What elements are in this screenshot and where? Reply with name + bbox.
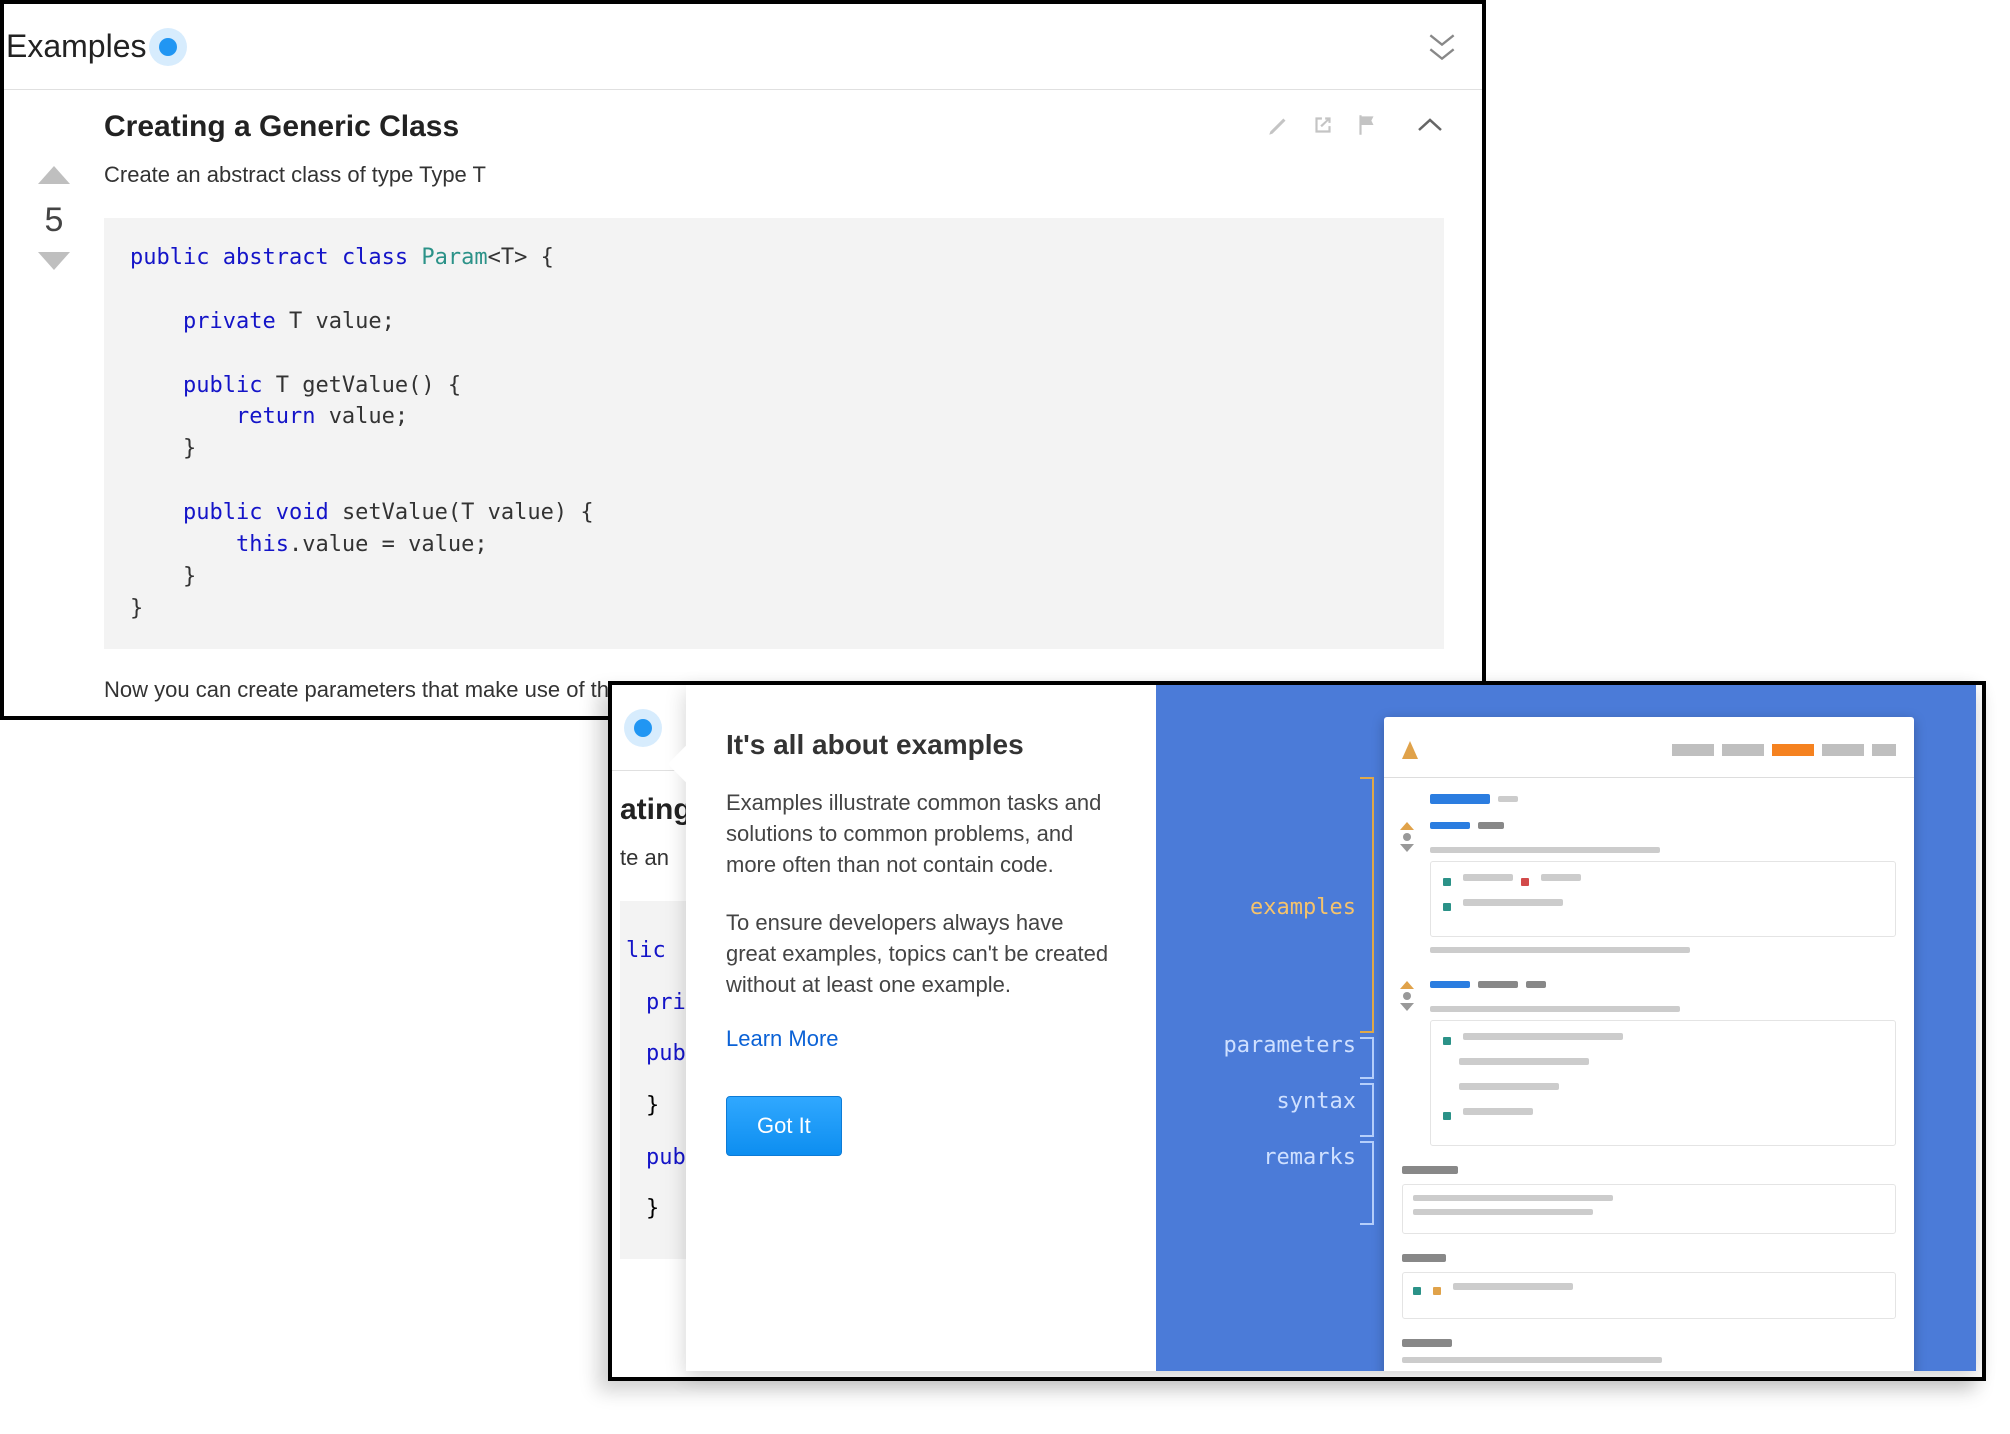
bracket-icon <box>1360 1083 1374 1137</box>
popup-paragraph-2: To ensure developers always have great e… <box>726 907 1116 1001</box>
downvote-button[interactable] <box>36 250 72 277</box>
mock-logo-icon <box>1402 741 1418 759</box>
got-it-button[interactable]: Got It <box>726 1096 842 1156</box>
collapse-all-icon[interactable] <box>1428 33 1456 61</box>
learn-more-link[interactable]: Learn More <box>726 1026 839 1052</box>
examples-panel-back: Examples 5 Creating a Generic Class <box>0 0 1486 720</box>
onboarding-popup: It's all about examples Examples illustr… <box>686 685 1976 1371</box>
illustration-label-remarks: remarks <box>1263 1145 1356 1170</box>
examples-panel-front: ating te an lic pri pub } pub } It's all… <box>608 681 1986 1381</box>
popup-paragraph-1: Examples illustrate common tasks and sol… <box>726 787 1116 881</box>
open-external-icon[interactable] <box>1310 112 1336 143</box>
flag-icon[interactable] <box>1354 112 1380 143</box>
section-title: Examples <box>6 28 147 65</box>
collapse-example-icon[interactable] <box>1416 117 1444 138</box>
tour-dot-icon[interactable] <box>634 719 652 737</box>
example-desc-fragment: te an <box>620 845 686 871</box>
vote-column: 5 <box>4 90 104 703</box>
example-description: Create an abstract class of type Type T <box>104 162 1444 188</box>
illustration-mock-page <box>1384 717 1914 1371</box>
bracket-icon <box>1360 777 1374 1033</box>
section-header: Examples <box>4 4 1482 90</box>
bracket-icon <box>1360 1141 1374 1225</box>
vote-count: 5 <box>45 201 64 240</box>
code-block: public abstract class Param<T> { private… <box>104 218 1444 649</box>
illustration-label-parameters: parameters <box>1224 1033 1356 1058</box>
illustration-label-examples: examples <box>1250 895 1356 920</box>
example-title-fragment: ating <box>620 793 686 827</box>
upvote-button[interactable] <box>36 164 72 191</box>
example-title: Creating a Generic Class <box>104 110 459 144</box>
illustration-label-syntax: syntax <box>1277 1089 1356 1114</box>
popup-title: It's all about examples <box>726 729 1116 761</box>
tour-dot-icon[interactable] <box>159 38 177 56</box>
bracket-icon <box>1360 1037 1374 1079</box>
popup-illustration: examples parameters syntax remarks <box>1156 685 1976 1371</box>
edit-icon[interactable] <box>1266 112 1292 143</box>
